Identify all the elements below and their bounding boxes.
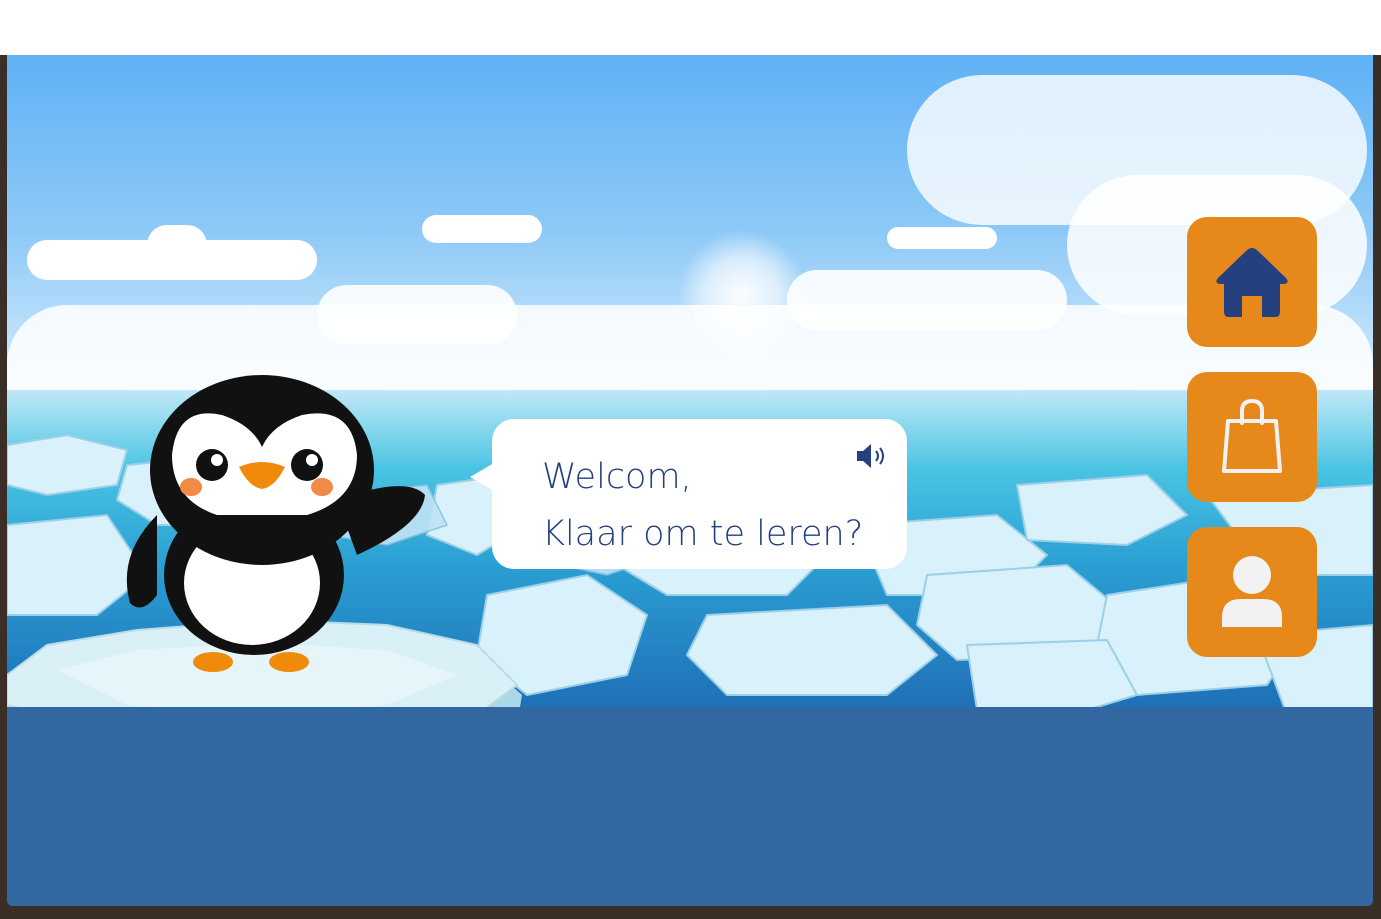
greeting-line-2: Klaar om te leren? [542,514,864,554]
profile-button[interactable] [1187,527,1317,657]
user-icon [1222,556,1282,627]
speaker-icon[interactable] [855,441,891,471]
speech-bubble: Welcom, Klaar om te leren? [470,419,907,569]
home-icon [1216,248,1288,317]
greeting-line-1: Welcom, [542,457,692,497]
ground [7,707,1373,906]
shop-button[interactable] [1187,372,1317,502]
game-scene: Welcom, Klaar om te leren? [7,55,1373,906]
top-bar [0,0,1381,55]
home-button[interactable] [1187,217,1317,347]
shopping-bag-icon [1222,399,1282,473]
